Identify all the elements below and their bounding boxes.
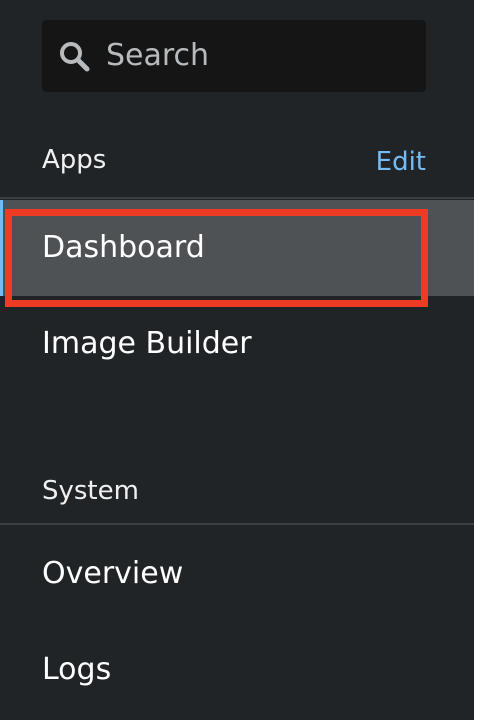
highlight-annotation <box>5 209 428 307</box>
apps-section-title: Apps <box>42 145 107 175</box>
nav-item-overview[interactable]: Overview <box>0 526 474 622</box>
nav-item-label: Image Builder <box>42 326 252 361</box>
nav-item-image-builder[interactable]: Image Builder <box>0 296 474 392</box>
search-icon <box>60 42 90 72</box>
apps-section-header: Apps Edit <box>0 142 474 182</box>
active-indicator <box>0 200 3 296</box>
nav-item-logs[interactable]: Logs <box>0 622 474 718</box>
nav-item-label: Logs <box>42 652 112 687</box>
divider <box>0 523 474 525</box>
divider <box>0 197 474 199</box>
nav-sidebar: Search Apps Edit Dashboard Image Builder… <box>0 0 474 720</box>
system-section-header: System <box>0 473 474 513</box>
edit-apps-link[interactable]: Edit <box>376 144 426 180</box>
search-placeholder: Search <box>106 38 210 73</box>
nav-item-label: Overview <box>42 556 184 591</box>
system-section-title: System <box>42 476 139 506</box>
search-input[interactable]: Search <box>42 20 426 92</box>
